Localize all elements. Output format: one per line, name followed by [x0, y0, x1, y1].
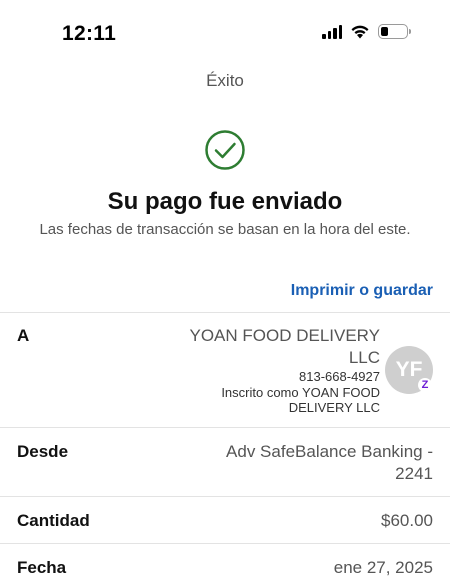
nav-title: Éxito: [206, 71, 244, 90]
checkmark-circle-icon: [205, 130, 245, 170]
print-or-save-link[interactable]: Imprimir o guardar: [291, 282, 433, 300]
recipient-name: YOAN FOOD DELIVERY LLC: [189, 326, 380, 367]
cellular-signal-icon: [322, 24, 342, 39]
status-icons: [322, 24, 411, 39]
date-value: ene 27, 2025: [333, 558, 433, 577]
divider: [0, 496, 450, 497]
divider: [0, 543, 450, 544]
date-label: Fecha: [17, 558, 67, 577]
page-title: Su pago fue enviado: [107, 188, 343, 215]
wifi-icon: [351, 25, 369, 39]
zelle-icon: Z: [418, 378, 432, 392]
from-account: Adv SafeBalance Banking - 2241: [226, 442, 433, 483]
recipient-enrolled-as: Inscrito como YOAN FOOD DELIVERY LLC: [221, 385, 380, 415]
amount-label: Cantidad: [17, 511, 90, 530]
status-bar: 12:11: [0, 0, 450, 60]
battery-level: [381, 27, 389, 36]
recipient-phone: 813-668-4927: [299, 369, 380, 384]
amount-value: $60.00: [381, 511, 433, 530]
timezone-note: Las fechas de transacción se basan en la…: [39, 221, 411, 238]
status-time: 12:11: [62, 22, 117, 45]
divider: [0, 312, 450, 313]
divider: [0, 427, 450, 428]
battery-icon: [378, 24, 411, 39]
to-label: A: [17, 326, 30, 345]
from-label: Desde: [17, 442, 69, 461]
